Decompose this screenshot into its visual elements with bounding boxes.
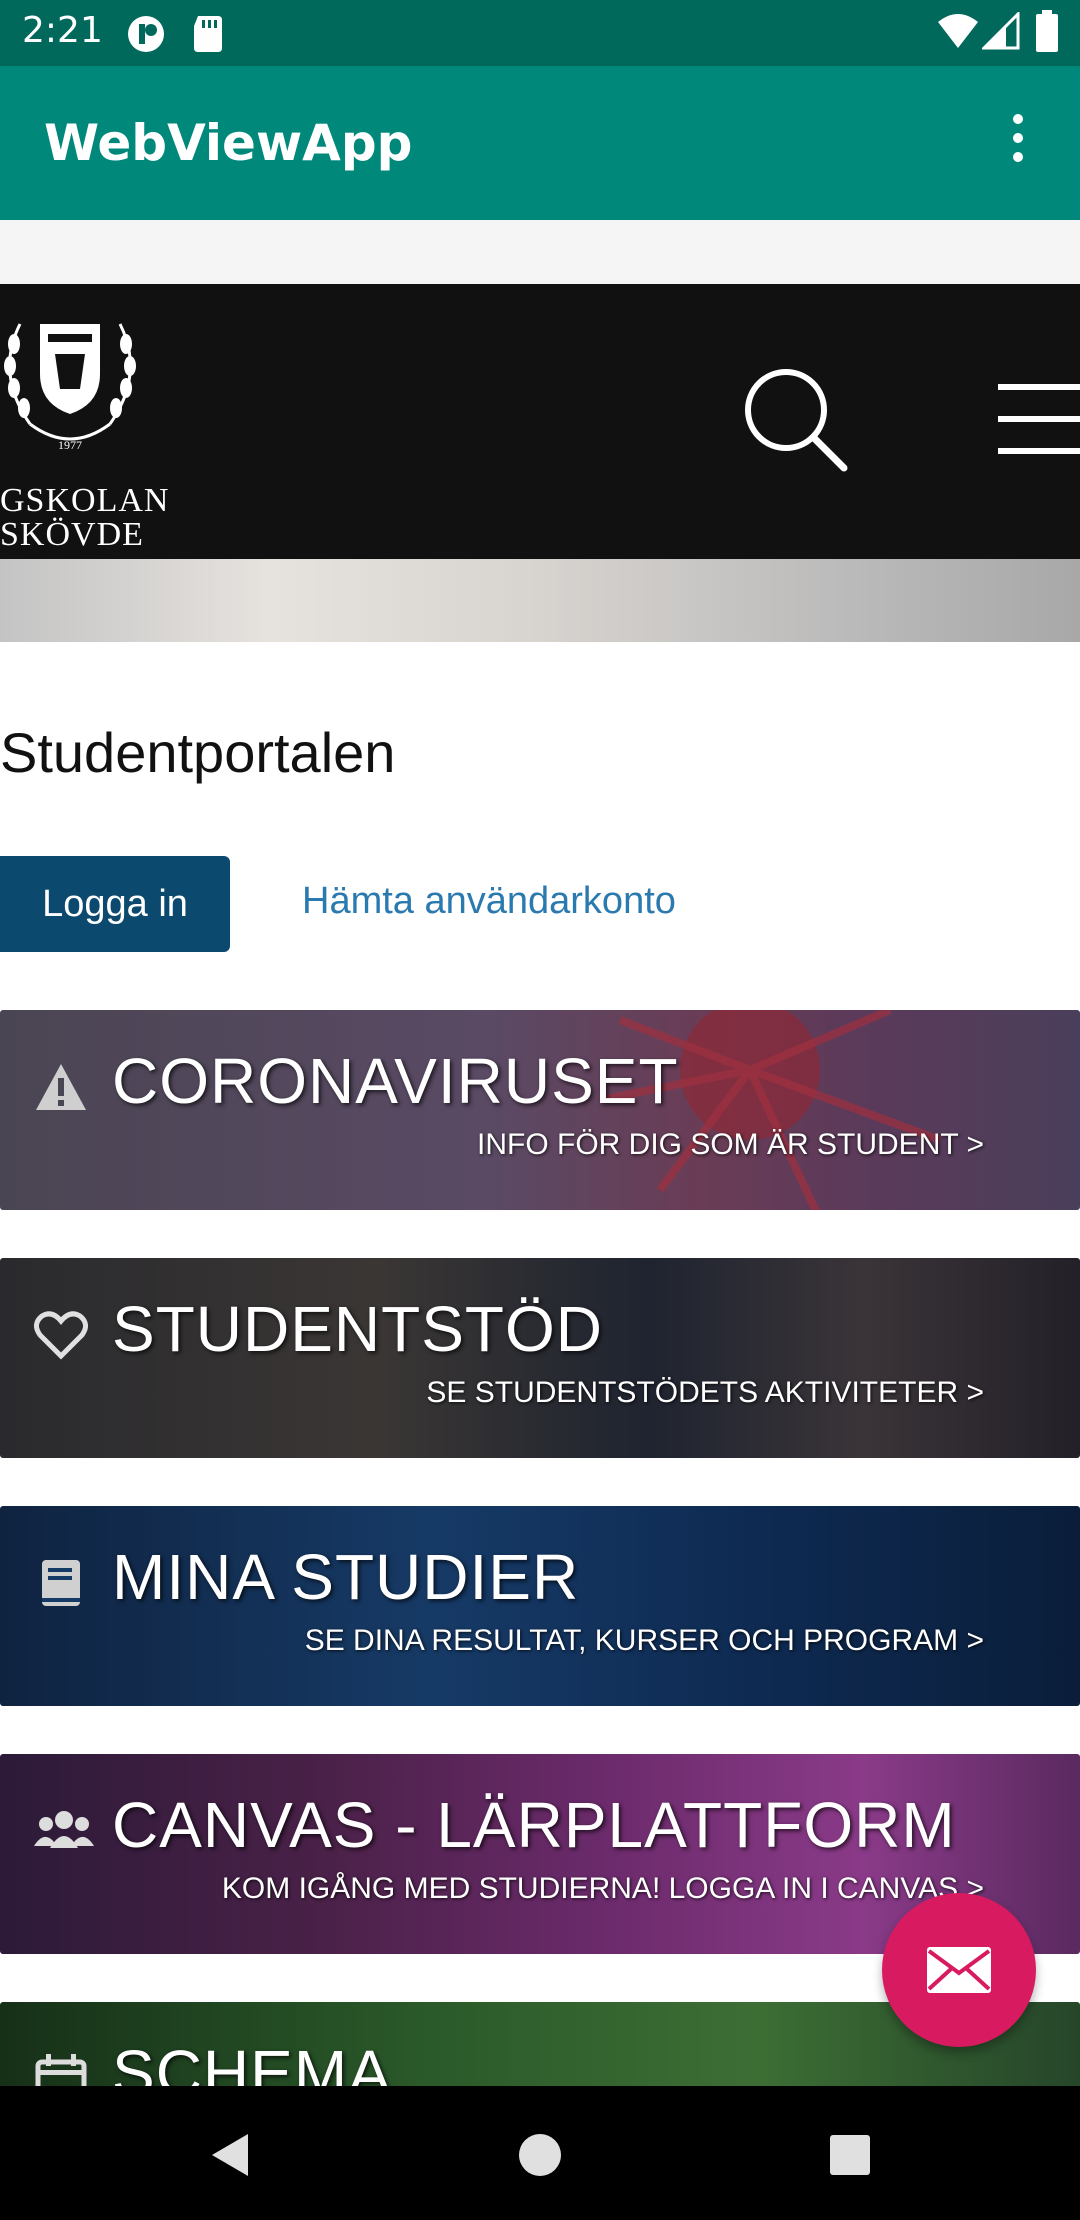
webview-content[interactable]: 1977 GSKOLAN SKÖVDE Studentportalen Logg… xyxy=(0,220,1080,2086)
mail-fab-button[interactable] xyxy=(882,1893,1036,2047)
back-icon[interactable] xyxy=(200,2120,270,2190)
notification-icon xyxy=(126,14,166,59)
banner-coronavirus[interactable]: CORONAVIRUSET INFO FÖR DIG SOM ÄR STUDEN… xyxy=(0,1010,1080,1210)
warning-icon xyxy=(34,1060,88,1114)
banner-subtitle: INFO FÖR DIG SOM ÄR STUDENT > xyxy=(477,1128,984,1161)
wifi-icon xyxy=(936,12,980,55)
banner-student-support[interactable]: STUDENTSTÖD SE STUDENTSTÖDETS AKTIVITETE… xyxy=(0,1258,1080,1458)
banner-title: SCHEMA xyxy=(112,2037,392,2086)
get-account-link[interactable]: Hämta användarkonto xyxy=(302,880,676,923)
battery-icon xyxy=(1036,10,1058,57)
hamburger-menu-icon[interactable] xyxy=(998,384,1080,456)
sd-card-icon xyxy=(192,14,224,59)
status-time: 2:21 xyxy=(22,10,103,51)
svg-text:1977: 1977 xyxy=(58,438,82,452)
heart-icon xyxy=(34,1308,88,1362)
banner-title: CORONAVIRUSET xyxy=(112,1045,679,1117)
status-bar: 2:21 xyxy=(0,0,1080,66)
more-vert-icon[interactable] xyxy=(996,114,1040,174)
page-top-strip xyxy=(0,220,1080,284)
cell-signal-icon xyxy=(980,10,1020,55)
recents-icon[interactable] xyxy=(815,2120,885,2190)
site-header: 1977 GSKOLAN SKÖVDE xyxy=(0,284,1080,559)
app-bar: WebViewApp xyxy=(0,66,1080,220)
login-button[interactable]: Logga in xyxy=(0,856,230,952)
mail-icon xyxy=(927,1947,991,1993)
book-icon xyxy=(34,1556,88,1610)
banner-title: MINA STUDIER xyxy=(112,1541,580,1613)
users-icon xyxy=(34,1804,94,1858)
page-title: Studentportalen xyxy=(0,721,396,784)
banner-subtitle: SE STUDENTSTÖDETS AKTIVITETER > xyxy=(426,1376,984,1409)
banner-subtitle: KOM IGÅNG MED STUDIERNA! LOGGA IN I CANV… xyxy=(221,1872,984,1905)
calendar-icon xyxy=(34,2052,88,2086)
logo-line2: SKÖVDE xyxy=(0,516,144,553)
search-icon[interactable] xyxy=(740,364,850,474)
app-title: WebViewApp xyxy=(44,114,413,172)
logo-line1: GSKOLAN xyxy=(0,482,170,519)
banner-subtitle: SE DINA RESULTAT, KURSER OCH PROGRAM > xyxy=(304,1624,984,1657)
banner-my-studies[interactable]: MINA STUDIER SE DINA RESULTAT, KURSER OC… xyxy=(0,1506,1080,1706)
hero-image xyxy=(0,559,1080,642)
university-crest-icon: 1977 xyxy=(4,323,136,452)
system-nav-bar xyxy=(0,2086,1080,2220)
home-icon[interactable] xyxy=(505,2120,575,2190)
logo-text: GSKOLAN SKÖVDE xyxy=(0,484,169,552)
university-logo[interactable]: 1977 GSKOLAN SKÖVDE xyxy=(0,304,180,552)
banner-title: CANVAS - LÄRPLATTFORM xyxy=(112,1789,956,1861)
banner-title: STUDENTSTÖD xyxy=(112,1293,603,1365)
